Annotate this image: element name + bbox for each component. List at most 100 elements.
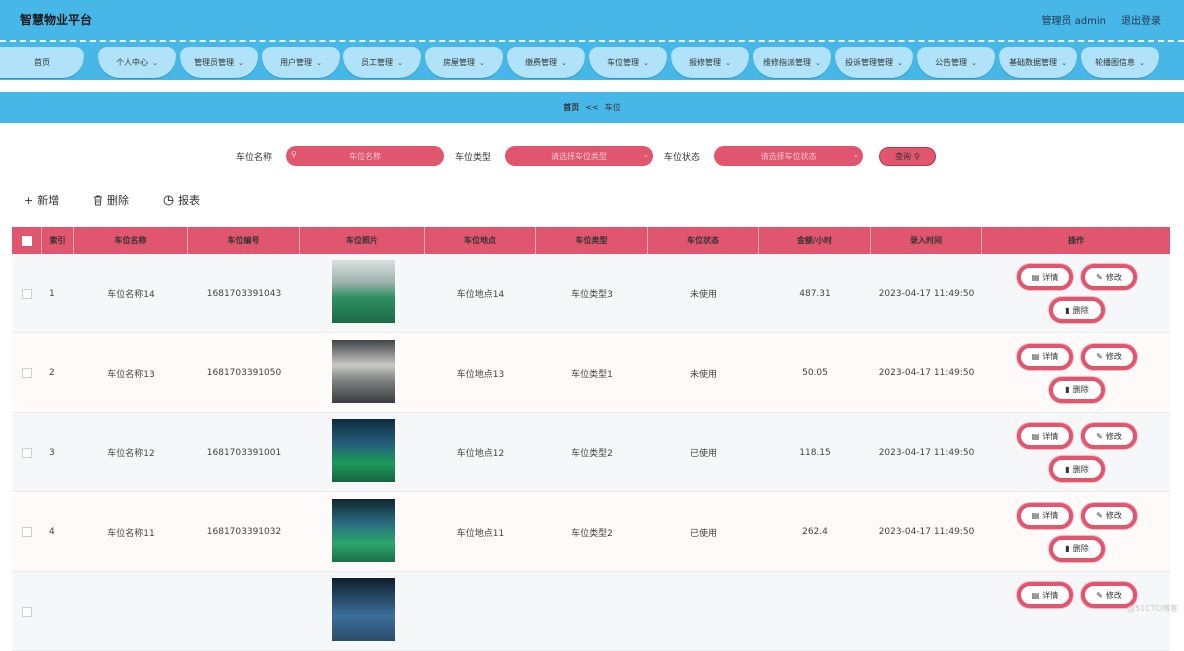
breadcrumb-home[interactable]: 首页 [563, 102, 579, 113]
search-icon: ⚲ [291, 150, 297, 159]
detail-button[interactable]: ▤ 详情 [1017, 423, 1073, 449]
cell-index: 1 [49, 288, 55, 299]
row-checkbox-cell [12, 413, 42, 492]
detail-icon: ▤ [1031, 511, 1040, 520]
nav-item[interactable]: 轮播图信息 ⌄ [1081, 47, 1159, 78]
delete-button[interactable]: ▮ 删除 [1049, 456, 1105, 482]
cell-place [425, 572, 536, 651]
cell-type: 车位类型3 [571, 290, 613, 300]
cell-index: 2 [49, 368, 55, 378]
cell-place: 车位地点13 [456, 369, 505, 380]
row-checkbox-cell [12, 334, 42, 413]
table-row: 3 车位名称12 1681703391001 车位地点12 车位类型2 已使用 118.15… [12, 413, 1170, 492]
detail-icon: ▤ [1031, 352, 1040, 361]
cell-status: 已使用 [689, 449, 717, 459]
nav-item[interactable]: 投诉管理管理 ⌄ [835, 47, 913, 78]
report-button-label: 报表 [178, 194, 200, 207]
report-button[interactable]: 报表 [163, 192, 200, 208]
chevron-down-icon: ⌄ [561, 58, 567, 67]
detail-button[interactable]: ▤ 详情 [1017, 582, 1073, 608]
nav-item[interactable]: 缴费管理 ⌄ [507, 47, 585, 78]
chevron-down-icon: ⌄ [1061, 58, 1067, 67]
spacer [0, 80, 1184, 92]
row-checkbox[interactable] [22, 288, 32, 299]
status-select[interactable]: 请选择车位状态 ⌄ [714, 146, 863, 166]
type-select[interactable]: 请选择车位类型 ⌄ [505, 146, 653, 166]
add-button-label: 新增 [37, 194, 60, 207]
checkbox[interactable] [21, 235, 32, 246]
nav-item[interactable]: 房屋管理 ⌄ [425, 47, 503, 78]
nav-item[interactable]: 首页 [0, 47, 84, 78]
name-search-input[interactable]: ⚲ 车位名称 [286, 146, 444, 166]
cell-index: 3 [49, 447, 55, 458]
column-header: 车位编号 [188, 227, 300, 254]
detail-icon: ▤ [1031, 590, 1040, 600]
cell-price [759, 572, 871, 651]
edit-icon: ✎ [1096, 431, 1103, 441]
detail-button[interactable]: ▤ 详情 [1017, 264, 1073, 290]
column-header: 车位地点 [425, 227, 536, 254]
column-header: 车位状态 [648, 227, 759, 254]
nav-item-label: 报修管理 [689, 58, 722, 67]
row-checkbox[interactable] [22, 527, 32, 537]
current-user: 管理员 admin [1041, 16, 1106, 27]
nav-item[interactable]: 个人中心 ⌄ [98, 47, 176, 78]
cell-code: 1681703391001 [206, 447, 282, 458]
nav-item-label: 维修指派管理 [763, 58, 812, 67]
nav-item-label: 投诉管理管理 [845, 58, 894, 67]
search-icon: ⚲ [914, 152, 920, 161]
nav-item[interactable]: 管理员管理 ⌄ [180, 47, 258, 78]
column-header: 车位名称 [74, 227, 188, 254]
delete-button[interactable]: ▮ 删除 [1049, 535, 1105, 562]
delete-icon: ▮ [1065, 305, 1070, 315]
edit-button[interactable]: ✎ 修改 [1081, 423, 1137, 449]
cell-code: 1681703391050 [206, 368, 282, 378]
nav-item[interactable]: 用户管理 ⌄ [262, 47, 340, 78]
delete-button-label: 删除 [1072, 544, 1089, 553]
nav-item-label: 车位管理 [607, 58, 640, 67]
status-select-placeholder: 请选择车位状态 [760, 151, 817, 161]
chevron-down-icon: ⌄ [152, 58, 158, 67]
breadcrumb: 首页 << 车位 [0, 92, 1184, 123]
name-filter-label: 车位名称 [236, 153, 273, 163]
parking-photo [332, 498, 395, 562]
select-all-checkbox[interactable] [12, 227, 42, 254]
nav-item[interactable]: 维修指派管理 ⌄ [753, 47, 831, 78]
nav-item[interactable]: 报修管理 ⌄ [671, 47, 749, 78]
column-header: 金额/小时 [759, 227, 871, 254]
delete-icon: ▮ [1065, 464, 1070, 474]
batch-delete-label: 删除 [107, 194, 129, 207]
edit-button[interactable]: ✎ 修改 [1081, 264, 1137, 290]
cell-type: 车位类型1 [571, 369, 613, 380]
edit-button-label: 修改 [1105, 352, 1122, 361]
delete-button[interactable]: ▮ 删除 [1049, 376, 1105, 403]
row-checkbox[interactable] [22, 606, 32, 617]
detail-button[interactable]: ▤ 详情 [1017, 343, 1073, 370]
delete-button[interactable]: ▮ 删除 [1049, 297, 1105, 323]
nav-item[interactable]: 基础数据管理 ⌄ [999, 47, 1077, 78]
nav-item[interactable]: 公告管理 ⌄ [917, 47, 995, 78]
nav-item[interactable]: 车位管理 ⌄ [589, 47, 667, 78]
cell-time: 2023-04-17 11:49:50 [878, 288, 975, 299]
breadcrumb-separator: << [585, 103, 599, 112]
cell-name: 车位名称13 [107, 369, 155, 380]
query-button[interactable]: 查询 ⚲ [879, 147, 936, 166]
nav-item-label: 基础数据管理 [1009, 58, 1058, 67]
nav-item[interactable]: 员工管理 ⌄ [343, 47, 421, 78]
batch-delete-button[interactable]: 删除 [93, 192, 129, 208]
cell-type: 车位类型2 [571, 449, 613, 459]
cell-index: 4 [49, 527, 55, 537]
row-checkbox-cell [12, 493, 42, 572]
edit-button[interactable]: ✎ 修改 [1081, 343, 1137, 370]
pie-chart-icon [163, 195, 174, 205]
logout-link[interactable]: 退出登录 [1121, 12, 1161, 27]
add-button[interactable]: + 新增 [24, 192, 59, 208]
cell-price: 118.15 [799, 447, 831, 458]
row-checkbox[interactable] [22, 447, 32, 458]
edit-button-label: 修改 [1105, 272, 1122, 282]
detail-button[interactable]: ▤ 详情 [1017, 502, 1073, 529]
edit-button-label: 修改 [1105, 511, 1122, 520]
row-checkbox[interactable] [22, 368, 32, 378]
edit-button[interactable]: ✎ 修改 [1081, 502, 1137, 529]
detail-button-label: 详情 [1042, 272, 1059, 282]
